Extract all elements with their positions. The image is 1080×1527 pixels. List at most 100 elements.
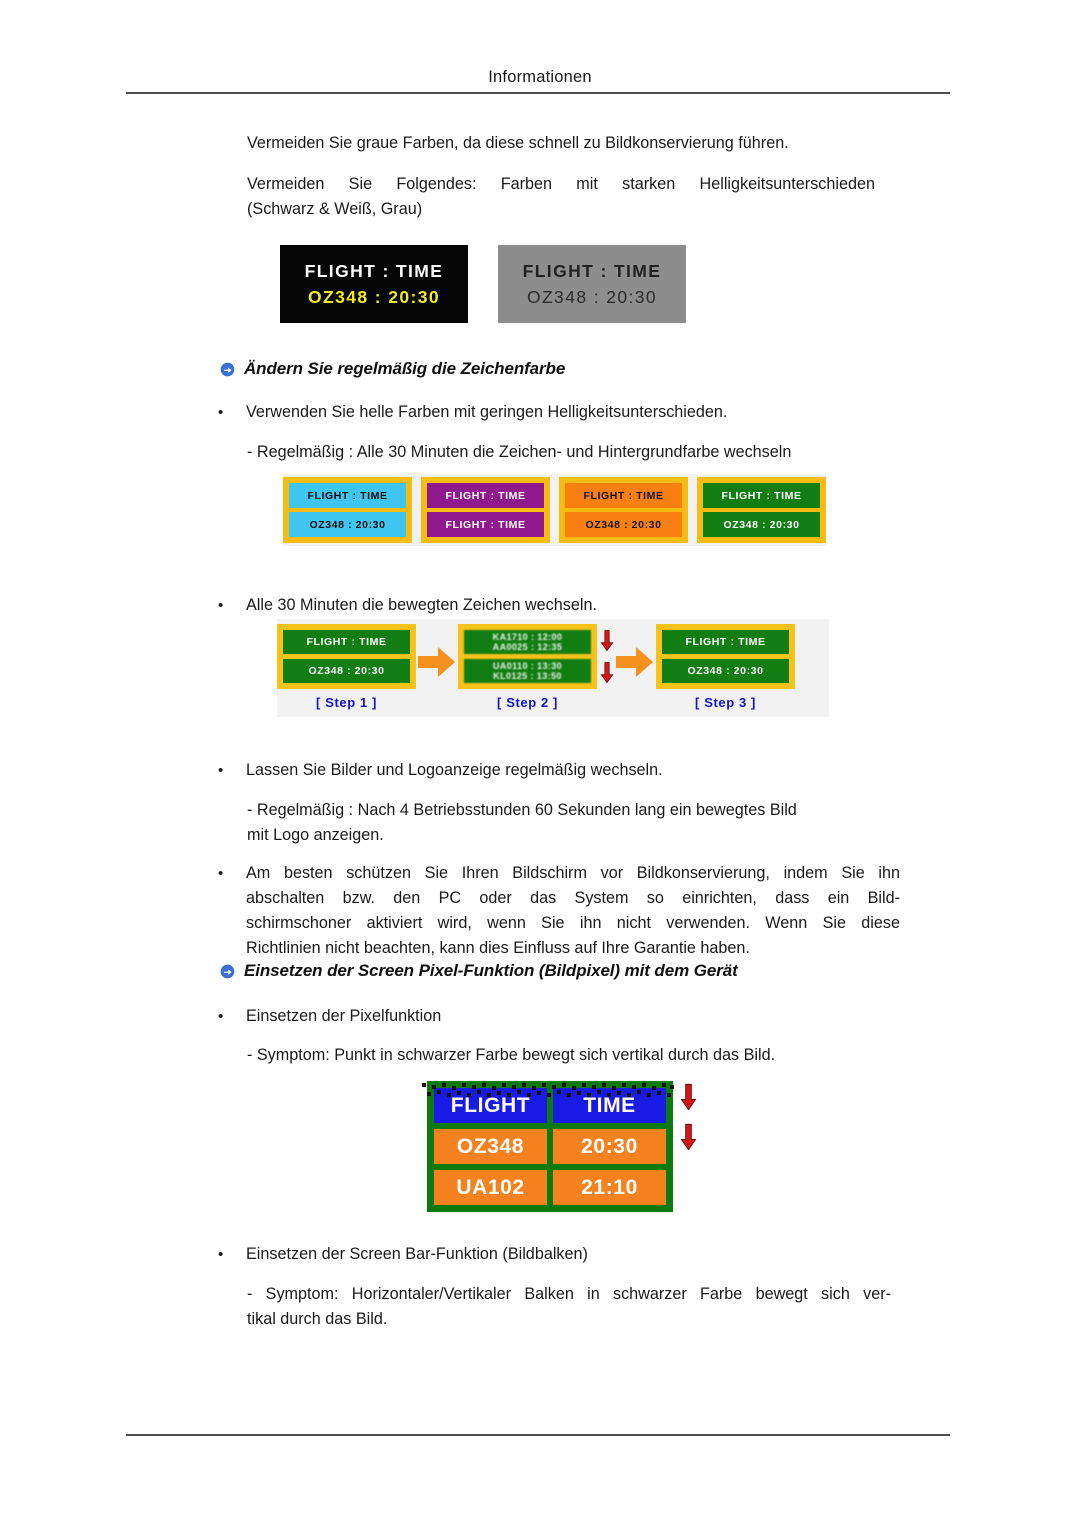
cyan-flight-panel: FLIGHT : TIME OZ348 : 20:30	[283, 477, 412, 543]
bullet-dot-icon: •	[218, 865, 224, 882]
step-3-panel: FLIGHT : TIME OZ348 : 20:30	[656, 624, 795, 689]
intro-paragraph-2-line-1: Vermeiden Sie Folgendes: Farben mit star…	[247, 175, 875, 193]
bullet-use-screen-bar-function: • Einsetzen der Screen Bar-Funktion (Bil…	[218, 1242, 898, 1267]
cyan-panel-row-1: FLIGHT : TIME	[289, 483, 406, 508]
red-arrow-down-icon-1	[600, 629, 614, 658]
step-1-column: FLIGHT : TIME OZ348 : 20:30 [ Step 1 ]	[277, 619, 416, 710]
pixel-grid-header-time: TIME	[553, 1088, 666, 1123]
header-divider	[126, 92, 950, 94]
bullet-change-moving-text: • Alle 30 Minuten die bewegten Zeichen w…	[218, 593, 898, 618]
bullet-4-line-3: schirmschoner aktiviert wird, wenn Sie i…	[246, 914, 900, 932]
cyan-panel-row-2: OZ348 : 20:30	[289, 512, 406, 537]
step-3-column: FLIGHT : TIME OZ348 : 20:30 [ Step 3 ]	[656, 619, 795, 710]
step-2-row-1-top: KA1710 : 12:00	[492, 632, 563, 642]
document-page: Informationen Vermeiden Sie graue Farben…	[0, 0, 1080, 1527]
sub-note-logo-line-2: mit Logo anzeigen.	[247, 826, 384, 844]
orange-arrow-right-icon-2	[614, 645, 656, 679]
bullet-4-line-1: Am besten schützen Sie Ihren Bildschirm …	[246, 864, 900, 882]
bullet-use-pixel-function: • Einsetzen der Pixelfunktion	[218, 1004, 898, 1029]
pixel-grid-row-1: OZ348 20:30	[434, 1129, 666, 1164]
sub-note-bar-symptom: - Symptom: Horizontaler/Vertikaler Balke…	[247, 1282, 891, 1332]
step-2-panel: KA1710 : 12:00 AA0025 : 12:35 UA0110 : 1…	[458, 624, 597, 689]
pixel-grid-row-1-flight: OZ348	[434, 1129, 547, 1164]
bullet-use-bright-colors-text: Verwenden Sie helle Farben mit geringen …	[246, 403, 728, 421]
bullet-use-bright-colors: • Verwenden Sie helle Farben mit geringe…	[218, 400, 898, 425]
step-2-label: [ Step 2 ]	[497, 695, 558, 710]
blue-arrow-bullet-icon	[220, 964, 235, 979]
figure-black-gray-panels: FLIGHT : TIME OZ348 : 20:30 FLIGHT : TIM…	[280, 245, 686, 323]
purple-panel-row-2: FLIGHT : TIME	[427, 512, 544, 537]
page-header-title: Informationen	[488, 68, 592, 86]
orange-flight-panel: FLIGHT : TIME OZ348 : 20:30	[559, 477, 688, 543]
footer-divider	[126, 1434, 950, 1436]
step-1-label: [ Step 1 ]	[316, 695, 377, 710]
black-panel-line-2: OZ348 : 20:30	[307, 286, 440, 307]
bullet-screensaver-warranty: • Am besten schützen Sie Ihren Bildschir…	[218, 861, 900, 961]
step-2-column: KA1710 : 12:00 AA0025 : 12:35 UA0110 : 1…	[458, 619, 597, 710]
red-arrow-down-icon-3	[680, 1083, 697, 1117]
intro-paragraph-2-line-2: (Schwarz & Weiß, Grau)	[247, 200, 423, 218]
pixel-grid-row-2: UA102 21:10	[434, 1170, 666, 1205]
step-2-group: KA1710 : 12:00 AA0025 : 12:35 UA0110 : 1…	[458, 619, 614, 710]
pixel-grid-row-2-time: 21:10	[553, 1170, 666, 1205]
black-panel-line-1: FLIGHT : TIME	[304, 260, 444, 281]
step-1-row-2: OZ348 : 20:30	[283, 659, 410, 683]
sub-note-change-colors-every-30min: - Regelmäßig : Alle 30 Minuten die Zeich…	[247, 443, 792, 461]
bullet-rotate-images-logos-text: Lassen Sie Bilder und Logoanzeige regelm…	[246, 761, 663, 779]
bullet-dot-icon: •	[218, 1246, 224, 1263]
red-arrow-down-icon-4	[680, 1123, 697, 1157]
red-arrow-down-icon-2	[600, 661, 614, 690]
step-3-row-1: FLIGHT : TIME	[662, 630, 789, 654]
figure-pixel-function-grid: FLIGHT TIME OZ348 20:30 UA102 21:10	[422, 1081, 697, 1212]
step-2-row-1: KA1710 : 12:00 AA0025 : 12:35	[464, 630, 591, 654]
section-heading-screen-pixel-function: Einsetzen der Screen Pixel-Funktion (Bil…	[220, 960, 738, 982]
sub-note-logo-line-1: - Regelmäßig : Nach 4 Betriebsstunden 60…	[247, 801, 797, 819]
pixel-grid-row-1-time: 20:30	[553, 1129, 666, 1164]
black-flight-panel: FLIGHT : TIME OZ348 : 20:30	[280, 245, 468, 323]
intro-paragraph-2: Vermeiden Sie Folgendes: Farben mit star…	[247, 172, 875, 222]
bullet-dot-icon: •	[218, 404, 224, 421]
figure-step-sequence: FLIGHT : TIME OZ348 : 20:30 [ Step 1 ] K…	[277, 619, 829, 717]
step-2-row-2-bottom: KL0125 : 13:50	[493, 671, 562, 681]
pixel-grid-header-flight: FLIGHT	[434, 1088, 547, 1123]
orange-panel-row-2: OZ348 : 20:30	[565, 512, 682, 537]
pixel-grid: FLIGHT TIME OZ348 20:30 UA102 21:10	[422, 1081, 674, 1212]
pixel-grid-header-row: FLIGHT TIME	[434, 1088, 666, 1123]
step-2-scroll-arrows	[600, 629, 614, 690]
sub-note-logo-after-4-hours: - Regelmäßig : Nach 4 Betriebsstunden 60…	[247, 798, 887, 848]
step-1-row-1: FLIGHT : TIME	[283, 630, 410, 654]
orange-panel-row-1: FLIGHT : TIME	[565, 483, 682, 508]
figure-color-panels: FLIGHT : TIME OZ348 : 20:30 FLIGHT : TIM…	[283, 474, 826, 546]
sub-note-pixel-symptom: - Symptom: Punkt in schwarzer Farbe bewe…	[247, 1046, 776, 1064]
gray-panel-line-2: OZ348 : 20:30	[526, 286, 658, 307]
bullet-dot-icon: •	[218, 1008, 224, 1025]
pixel-grid-row-2-flight: UA102	[434, 1170, 547, 1205]
bullet-use-pixel-function-text: Einsetzen der Pixelfunktion	[246, 1007, 442, 1025]
intro-paragraph-1: Vermeiden Sie graue Farben, da diese sch…	[247, 134, 789, 152]
step-1-panel: FLIGHT : TIME OZ348 : 20:30	[277, 624, 416, 689]
purple-panel-row-1: FLIGHT : TIME	[427, 483, 544, 508]
step-3-label: [ Step 3 ]	[695, 695, 756, 710]
bullet-4-line-2: abschalten bzw. den PC oder das System s…	[246, 889, 900, 907]
orange-arrow-right-icon-1	[416, 645, 458, 679]
section-2-heading-text: Einsetzen der Screen Pixel-Funktion (Bil…	[244, 961, 738, 980]
step-2-row-2: UA0110 : 13:30 KL0125 : 13:50	[464, 659, 591, 683]
section-heading-change-text-color: Ändern Sie regelmäßig die Zeichenfarbe	[220, 358, 565, 380]
blue-arrow-bullet-icon	[220, 362, 235, 377]
green-flight-panel: FLIGHT : TIME OZ348 : 20:30	[697, 477, 826, 543]
bullet-change-moving-text-label: Alle 30 Minuten die bewegten Zeichen wec…	[246, 596, 597, 614]
sub-note-bar-symptom-line-2: tikal durch das Bild.	[247, 1310, 388, 1328]
gray-panel-line-1: FLIGHT : TIME	[522, 260, 662, 281]
step-2-row-1-bottom: AA0025 : 12:35	[492, 642, 563, 652]
bullet-4-line-4: Richtlinien nicht beachten, kann dies Ei…	[246, 939, 750, 957]
green-panel-row-2: OZ348 : 20:30	[703, 512, 820, 537]
bullet-use-screen-bar-function-text: Einsetzen der Screen Bar-Funktion (Bildb…	[246, 1245, 588, 1263]
sub-note-bar-symptom-line-1: - Symptom: Horizontaler/Vertikaler Balke…	[247, 1285, 891, 1303]
bullet-dot-icon: •	[218, 762, 224, 779]
step-3-row-2: OZ348 : 20:30	[662, 659, 789, 683]
gray-flight-panel: FLIGHT : TIME OZ348 : 20:30	[498, 245, 686, 323]
bullet-dot-icon: •	[218, 597, 224, 614]
step-2-row-2-top: UA0110 : 13:30	[492, 661, 563, 671]
bullet-screensaver-warranty-text: Am besten schützen Sie Ihren Bildschirm …	[246, 861, 900, 961]
green-panel-row-1: FLIGHT : TIME	[703, 483, 820, 508]
